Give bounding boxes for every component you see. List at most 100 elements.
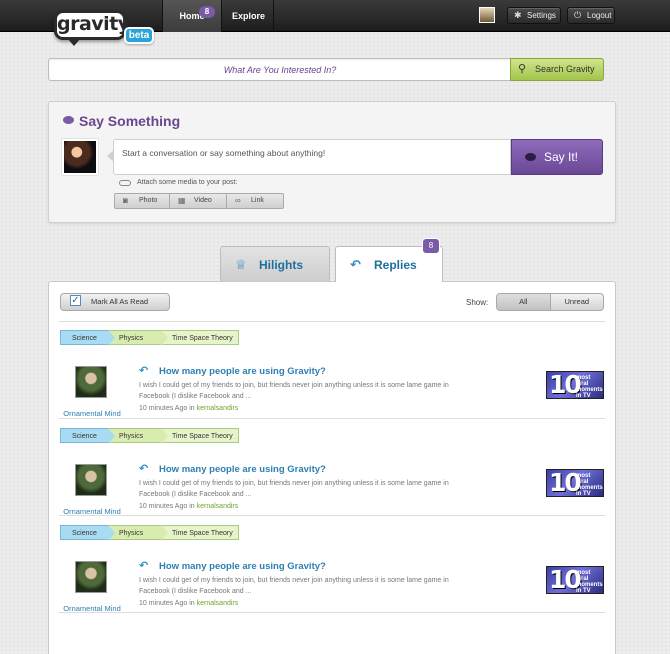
- attach-media-text: Attach some media to your post:: [137, 179, 238, 186]
- post-input[interactable]: [113, 139, 511, 175]
- post-thumbnail[interactable]: 10 most viral moments in TV: [546, 469, 604, 497]
- checkbox-icon: ✓: [70, 295, 81, 306]
- speech-bubble-icon: [63, 116, 74, 124]
- search-icon: ⚲: [518, 63, 527, 75]
- author-avatar[interactable]: [75, 561, 107, 593]
- paperclip-icon: [119, 180, 131, 186]
- video-button[interactable]: ▦ Video: [170, 194, 227, 208]
- divider: [59, 515, 605, 516]
- post-excerpt: I wish I could get of my friends to join…: [139, 480, 449, 498]
- tag-physics[interactable]: Physics: [108, 428, 168, 444]
- tag-time-space-theory[interactable]: Time Space Theory: [161, 330, 239, 345]
- post-meta: 10 minutes Ago in kernalsandirs: [139, 600, 238, 607]
- search-button-label: Search Gravity: [535, 64, 595, 74]
- tag-breadcrumb: Science Physics Time Space Theory: [60, 525, 239, 541]
- divider: [59, 418, 605, 419]
- post-title[interactable]: ↶ How many people are using Gravity?: [139, 463, 326, 475]
- post-title-text: How many people are using Gravity?: [159, 464, 326, 475]
- post-thumbnail[interactable]: 10 most viral moments in TV: [546, 566, 604, 594]
- feed-panel: ✓ Mark All As Read Show: All Unread Scie…: [48, 281, 616, 654]
- tag-science[interactable]: Science: [60, 428, 115, 444]
- trophy-icon: ♕: [235, 257, 247, 272]
- say-it-button[interactable]: Say It!: [511, 139, 603, 175]
- attach-media-label: Attach some media to your post:: [119, 179, 237, 186]
- post-title-text: How many people are using Gravity?: [159, 366, 326, 377]
- tab-replies-label: Replies: [374, 258, 417, 272]
- nav-explore[interactable]: Explore: [224, 0, 274, 32]
- link-label: Link: [251, 197, 264, 204]
- post-item[interactable]: Science Physics Time Space Theory Orname…: [49, 428, 617, 524]
- post-time: 10 minutes Ago in: [139, 503, 195, 510]
- search-input[interactable]: [49, 59, 511, 80]
- say-something-title: Say Something: [63, 113, 180, 129]
- post-title[interactable]: ↶ How many people are using Gravity?: [139, 365, 326, 377]
- divider: [59, 321, 605, 322]
- filter-unread-button[interactable]: Unread: [551, 294, 604, 310]
- mark-all-read-label: Mark All As Read: [91, 297, 149, 306]
- post-user-link[interactable]: kernalsandirs: [197, 503, 239, 510]
- film-icon: ▦: [178, 196, 186, 205]
- logout-label: Logout: [587, 11, 612, 20]
- post-user-link[interactable]: kernalsandirs: [197, 600, 239, 607]
- filter-all-button[interactable]: All: [497, 294, 551, 310]
- camera-icon: ◙: [123, 196, 128, 205]
- post-meta: 10 minutes Ago in kernalsandirs: [139, 503, 238, 510]
- post-item[interactable]: Science Physics Time Space Theory Orname…: [49, 525, 617, 621]
- logout-button[interactable]: ⏻ Logout: [567, 7, 615, 24]
- post-title-text: How many people are using Gravity?: [159, 561, 326, 572]
- nav-home[interactable]: Home 8: [162, 0, 222, 32]
- speech-bubble-icon: [525, 153, 536, 161]
- post-time: 10 minutes Ago in: [139, 600, 195, 607]
- home-badge: 8: [199, 6, 215, 18]
- power-icon: ⏻: [574, 10, 582, 20]
- user-avatar[interactable]: [479, 7, 495, 23]
- video-label: Video: [194, 197, 212, 204]
- post-thumbnail[interactable]: 10 most viral moments in TV: [546, 371, 604, 399]
- tag-physics[interactable]: Physics: [108, 330, 168, 346]
- show-filter: All Unread: [496, 293, 604, 311]
- photo-button[interactable]: ◙ Photo: [115, 194, 170, 208]
- reply-arrow-icon: ↶: [350, 257, 361, 272]
- divider: [59, 612, 605, 613]
- author-avatar[interactable]: [75, 464, 107, 496]
- say-something-panel: Say Something Say It! Attach some media …: [48, 101, 616, 223]
- media-button-group: ◙ Photo ▦ Video ∞ Link: [114, 193, 284, 209]
- post-meta: 10 minutes Ago in kernalsandirs: [139, 405, 238, 412]
- search-button[interactable]: ⚲ Search Gravity: [510, 58, 604, 81]
- photo-label: Photo: [139, 197, 158, 204]
- composer-avatar: [62, 139, 98, 175]
- thumbnail-caption: most viral moments in TV: [576, 473, 603, 497]
- tag-science[interactable]: Science: [60, 330, 115, 346]
- reply-arrow-icon: ↶: [139, 365, 149, 377]
- author-avatar[interactable]: [75, 366, 107, 398]
- tag-breadcrumb: Science Physics Time Space Theory: [60, 330, 239, 346]
- thumbnail-caption: most viral moments in TV: [576, 570, 603, 594]
- mark-all-read-button[interactable]: ✓ Mark All As Read: [60, 293, 170, 311]
- post-time: 10 minutes Ago in: [139, 405, 195, 412]
- author-name[interactable]: Ornamental Mind: [62, 409, 122, 418]
- settings-label: Settings: [527, 11, 556, 20]
- thumbnail-caption: most viral moments in TV: [576, 375, 603, 399]
- replies-badge: 8: [422, 238, 440, 254]
- tag-science[interactable]: Science: [60, 525, 115, 541]
- tag-time-space-theory[interactable]: Time Space Theory: [161, 428, 239, 443]
- say-something-label: Say Something: [79, 113, 181, 129]
- gear-icon: ✱: [514, 10, 522, 20]
- post-title[interactable]: ↶ How many people are using Gravity?: [139, 560, 326, 572]
- tag-time-space-theory[interactable]: Time Space Theory: [161, 525, 239, 540]
- link-button[interactable]: ∞ Link: [227, 194, 283, 208]
- reply-arrow-icon: ↶: [139, 463, 149, 475]
- search-bar: ⚲ Search Gravity: [48, 58, 604, 81]
- settings-button[interactable]: ✱ Settings: [507, 7, 561, 24]
- beta-badge: beta: [124, 27, 154, 44]
- post-item[interactable]: Science Physics Time Space Theory Orname…: [49, 330, 617, 426]
- tab-hilights[interactable]: ♕ Hilights: [220, 246, 330, 281]
- post-user-link[interactable]: kernalsandirs: [197, 405, 239, 412]
- post-excerpt: I wish I could get of my friends to join…: [139, 577, 449, 595]
- chain-link-icon: ∞: [235, 196, 241, 205]
- gravity-logo[interactable]: gravity: [54, 10, 130, 46]
- tag-physics[interactable]: Physics: [108, 525, 168, 541]
- reply-arrow-icon: ↶: [139, 560, 149, 572]
- tag-breadcrumb: Science Physics Time Space Theory: [60, 428, 239, 444]
- show-label: Show:: [466, 298, 489, 307]
